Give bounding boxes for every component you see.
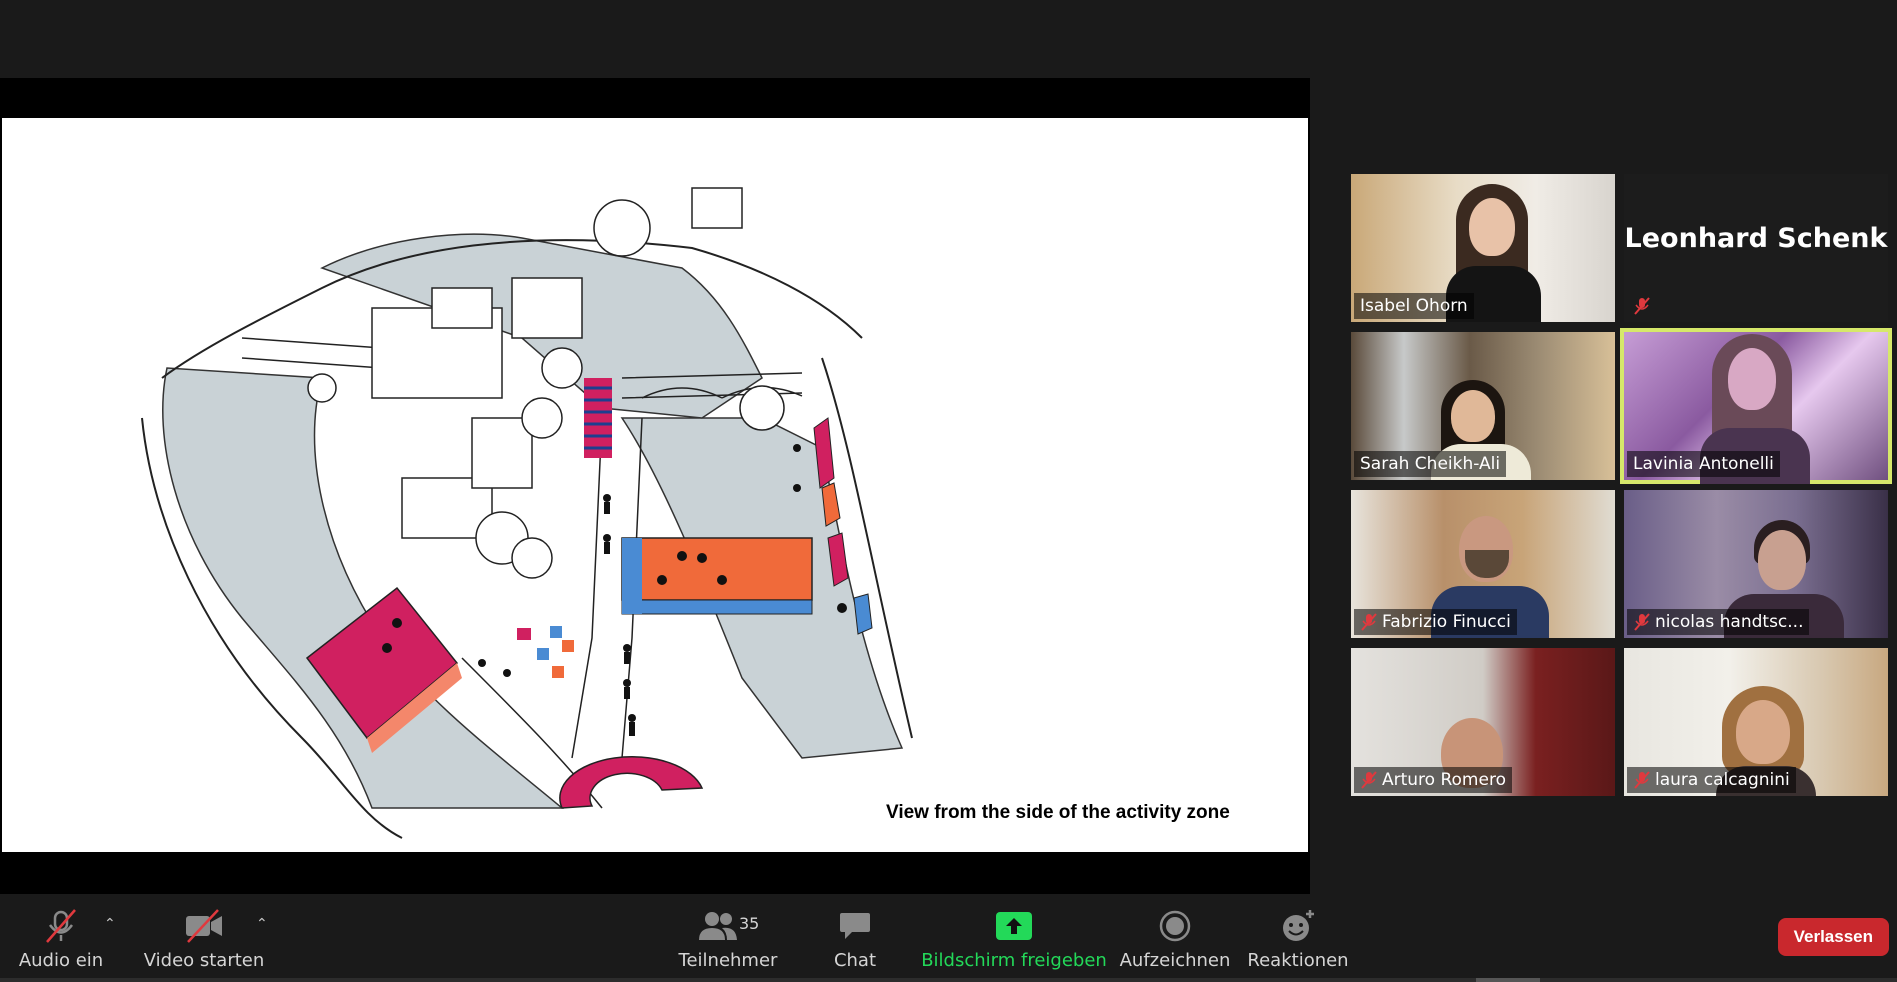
participant-name: Fabrizio Finucci — [1354, 609, 1517, 635]
reactions-label: Reaktionen — [1247, 950, 1349, 971]
zoom-meeting-window: View from the side of the activity zone … — [0, 0, 1897, 982]
presentation-slide: View from the side of the activity zone — [2, 118, 1308, 852]
record-button[interactable]: Aufzeichnen — [1119, 894, 1231, 982]
participant-name: Isabel Ohorn — [1354, 293, 1474, 319]
participant-tile-lavinia-antonelli[interactable]: Lavinia Antonelli — [1620, 328, 1892, 484]
scroll-thumb[interactable] — [1476, 978, 1540, 982]
muted-mic-icon — [1361, 613, 1377, 631]
participant-name: Arturo Romero — [1354, 767, 1512, 793]
participant-name: nicolas handtsc... — [1627, 609, 1810, 635]
participant-tile-leonhard-schenk[interactable]: Leonhard Schenk — [1624, 174, 1888, 322]
record-icon — [1159, 910, 1191, 942]
participant-tile-laura-calcagnini[interactable]: laura calcagnini — [1624, 648, 1888, 796]
participant-tile-sarah-cheikh-ali[interactable]: Sarah Cheikh-Ali — [1351, 332, 1615, 480]
participant-name-card: Leonhard Schenk — [1624, 222, 1888, 254]
leave-button[interactable]: Verlassen — [1777, 918, 1889, 956]
audio-button[interactable]: Audio ein — [18, 894, 104, 982]
shared-screen[interactable]: View from the side of the activity zone — [0, 78, 1310, 894]
participants-label: Teilnehmer — [678, 950, 778, 971]
participants-button[interactable]: 35 Teilnehmer — [678, 894, 778, 982]
record-label: Aufzeichnen — [1119, 950, 1231, 971]
video-options-caret[interactable]: ⌃ — [256, 916, 268, 932]
share-screen-button[interactable]: Bildschirm freigeben — [921, 894, 1107, 982]
slide-caption: View from the side of the activity zone — [886, 802, 1230, 823]
participant-tile-arturo-romero[interactable]: Arturo Romero — [1351, 648, 1615, 796]
audio-options-caret[interactable]: ⌃ — [104, 916, 116, 932]
video-label: Video starten — [143, 950, 265, 971]
chat-label: Chat — [833, 950, 877, 971]
meeting-toolbar: Audio ein ⌃ Video starten ⌃ 35 Teilnehme… — [0, 894, 1897, 982]
reactions-smiley-icon — [1283, 910, 1314, 941]
muted-mic-icon — [1634, 771, 1650, 789]
participants-count: 35 — [739, 914, 760, 933]
participant-name: laura calcagnini — [1627, 767, 1796, 793]
video-off-icon — [186, 909, 222, 943]
participant-tile-nicolas-handtsc[interactable]: nicolas handtsc... — [1624, 490, 1888, 638]
muted-mic-icon — [46, 909, 76, 943]
video-button[interactable]: Video starten — [143, 894, 265, 982]
participant-name: Sarah Cheikh-Ali — [1354, 451, 1507, 477]
muted-mic-icon — [1634, 297, 1650, 315]
participant-tile-isabel-ohorn[interactable]: Isabel Ohorn — [1351, 174, 1615, 322]
chat-icon — [840, 913, 870, 939]
share-screen-icon — [996, 912, 1032, 940]
reactions-button[interactable]: Reaktionen — [1247, 894, 1349, 982]
participant-tile-fabrizio-finucci[interactable]: Fabrizio Finucci — [1351, 490, 1615, 638]
muted-mic-icon — [1361, 771, 1377, 789]
muted-mic-icon — [1634, 613, 1650, 631]
participant-status — [1627, 293, 1657, 319]
audio-label: Audio ein — [18, 950, 104, 971]
participants-icon — [699, 912, 737, 940]
share-screen-label: Bildschirm freigeben — [921, 950, 1107, 971]
taskbar-strip — [0, 978, 1897, 982]
site-sketch-illustration — [141, 187, 913, 839]
chat-button[interactable]: Chat — [820, 894, 890, 982]
participant-name: Lavinia Antonelli — [1627, 451, 1780, 477]
